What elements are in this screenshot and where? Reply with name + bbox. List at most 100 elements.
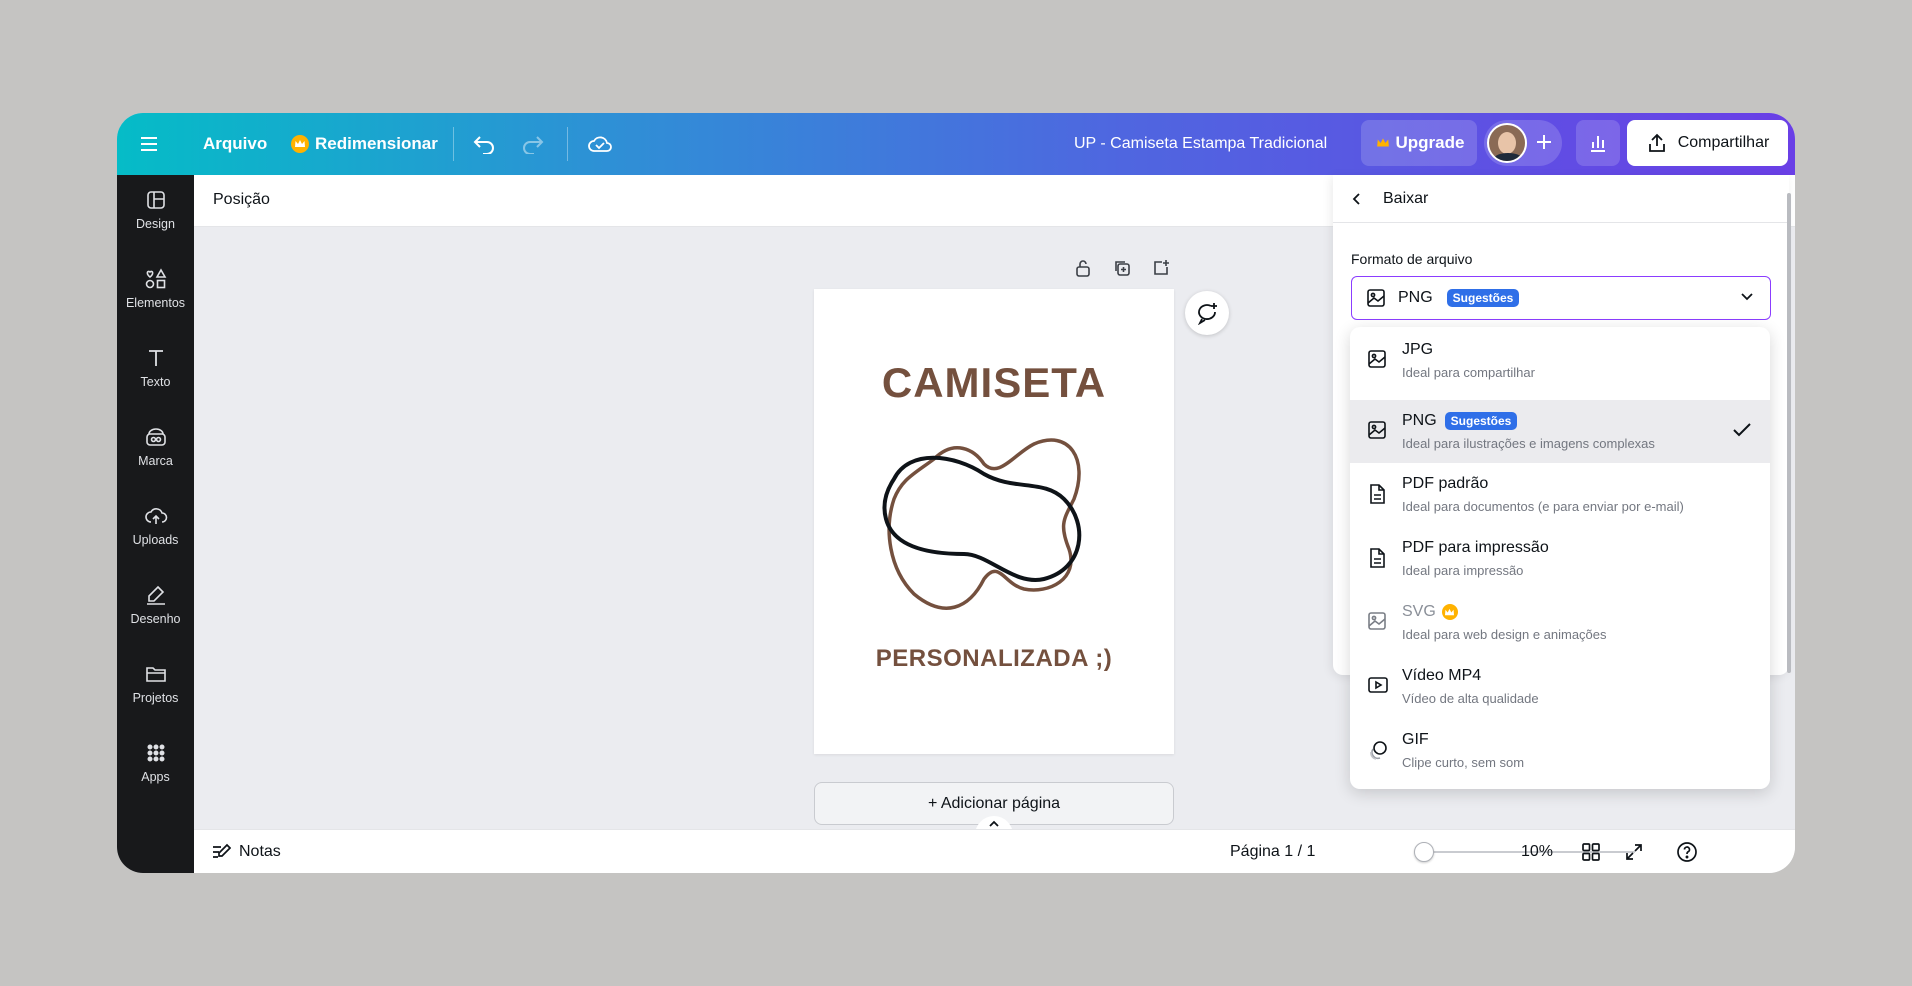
suggestion-badge: Sugestões: [1446, 289, 1520, 307]
brand-icon: [145, 428, 166, 446]
add-page-label: + Adicionar página: [927, 794, 1061, 812]
divider: [453, 127, 454, 161]
insights-button[interactable]: [1576, 120, 1620, 166]
page-indicator[interactable]: Página 1 / 1: [1230, 830, 1315, 873]
panel-scrollbar[interactable]: [1787, 193, 1791, 673]
image-icon: [1367, 289, 1385, 307]
add-collaborator-icon[interactable]: [1534, 132, 1554, 152]
sidebar-item-brand[interactable]: Marca: [117, 412, 194, 482]
download-panel-header: Baixar: [1333, 175, 1789, 223]
bar-chart-icon: [1591, 136, 1605, 152]
left-sidebar: Design Elementos Texto Marca Uploads Des…: [117, 175, 194, 873]
top-bar: Arquivo Redimensionar UP - Camiseta Esta…: [117, 113, 1795, 175]
add-comment-button[interactable]: [1185, 291, 1229, 335]
hamburger-icon[interactable]: [139, 113, 159, 175]
layout-icon: [146, 191, 165, 209]
notes-label: Notas: [239, 843, 281, 860]
back-chevron-icon[interactable]: [1351, 191, 1363, 207]
suggestion-badge: Sugestões: [1444, 412, 1518, 430]
shapes-icon: [145, 268, 166, 289]
abstract-shapes-illustration[interactable]: [874, 419, 1114, 629]
design-title-text[interactable]: CAMISETA: [814, 359, 1174, 407]
format-option-png[interactable]: PNG Sugestões Ideal para ilustrações e im…: [1350, 400, 1770, 463]
crown-icon: [1441, 604, 1458, 620]
format-option-description: Ideal para compartilhar: [1402, 365, 1535, 380]
gif-icon: [1367, 739, 1389, 761]
sidebar-item-label: Desenho: [130, 612, 181, 626]
file-format-label: Formato de arquivo: [1351, 251, 1473, 267]
sidebar-item-projects[interactable]: Projetos: [117, 649, 194, 719]
share-button[interactable]: Compartilhar: [1627, 120, 1788, 166]
format-option-name: JPG: [1402, 341, 1434, 358]
format-option-mp4[interactable]: Vídeo MP4 Vídeo de alta qualidade: [1350, 655, 1770, 718]
bottom-bar: Notas Página 1 / 1 10%: [194, 829, 1795, 873]
video-icon: [1367, 675, 1389, 695]
zoom-slider-handle[interactable]: [1414, 842, 1434, 862]
file-format-dropdown: JPG Ideal para compartilhar PNG Sugestões…: [1350, 327, 1770, 789]
format-option-name: PDF para impressão: [1402, 539, 1549, 556]
format-option-pdf-print[interactable]: PDF para impressão Ideal para impressão: [1350, 527, 1770, 590]
position-button[interactable]: Posição: [213, 191, 270, 209]
file-format-select[interactable]: PNG Sugestões: [1351, 276, 1771, 320]
checkmark-icon: [1732, 422, 1752, 438]
fullscreen-icon[interactable]: [1624, 830, 1644, 873]
divider: [567, 127, 568, 161]
format-option-jpg[interactable]: JPG Ideal para compartilhar: [1350, 329, 1770, 392]
design-subtitle-text[interactable]: PERSONALIZADA ;): [814, 645, 1174, 673]
file-menu-button[interactable]: Arquivo: [203, 113, 267, 175]
crown-icon: [1374, 134, 1392, 152]
sidebar-item-design[interactable]: Design: [117, 175, 194, 245]
sidebar-item-text[interactable]: Texto: [117, 333, 194, 403]
page-indicator-text: Página 1 / 1: [1230, 843, 1316, 860]
zoom-value-text: 10%: [1521, 843, 1554, 860]
design-page[interactable]: CAMISETA PERSONALIZADA ;): [814, 289, 1174, 754]
format-option-name: PNG: [1402, 412, 1437, 429]
collaborators-group[interactable]: [1484, 120, 1562, 166]
zoom-value[interactable]: 10%: [1521, 830, 1553, 873]
notes-button[interactable]: Notas: [211, 830, 281, 873]
redo-icon[interactable]: [521, 113, 545, 175]
format-option-description: Ideal para documentos (e para enviar por…: [1402, 499, 1684, 514]
format-option-name: Vídeo MP4: [1402, 667, 1482, 684]
apps-grid-icon: [147, 744, 164, 762]
sidebar-item-elements[interactable]: Elementos: [117, 254, 194, 324]
cloud-upload-icon: [144, 508, 167, 524]
format-option-pdf-standard[interactable]: PDF padrão Ideal para documentos (e para…: [1350, 463, 1770, 526]
sidebar-item-draw[interactable]: Desenho: [117, 570, 194, 640]
sidebar-item-apps[interactable]: Apps: [117, 728, 194, 798]
lock-icon[interactable]: [1070, 255, 1096, 281]
comment-plus-icon: [1197, 303, 1217, 325]
sidebar-item-label: Marca: [138, 454, 173, 468]
share-label: Compartilhar: [1677, 134, 1770, 151]
text-icon: [148, 350, 163, 366]
resize-button[interactable]: Redimensionar: [291, 113, 438, 175]
image-icon: [1367, 420, 1387, 440]
folder-icon: [145, 667, 166, 682]
document-icon: [1367, 483, 1387, 505]
chevron-down-icon: [1741, 293, 1753, 301]
format-option-name: SVG: [1402, 603, 1436, 620]
undo-icon[interactable]: [472, 113, 496, 175]
help-icon[interactable]: [1676, 830, 1698, 873]
format-option-name: GIF: [1402, 731, 1429, 748]
cloud-saved-icon[interactable]: [587, 113, 613, 175]
sidebar-item-uploads[interactable]: Uploads: [117, 491, 194, 561]
format-option-svg[interactable]: SVG Ideal para web design e animações: [1350, 591, 1770, 654]
duplicate-page-icon[interactable]: [1109, 255, 1135, 281]
grid-view-icon[interactable]: [1581, 830, 1601, 873]
design-title-text: UP - Camiseta Estampa Tradicional: [1074, 135, 1328, 152]
download-panel-title: Baixar: [1383, 190, 1429, 207]
design-title[interactable]: UP - Camiseta Estampa Tradicional: [1074, 113, 1327, 175]
image-icon: [1367, 349, 1387, 369]
add-page-icon[interactable]: [1148, 255, 1174, 281]
sidebar-item-label: Texto: [140, 375, 171, 389]
document-icon: [1367, 547, 1387, 569]
format-option-gif[interactable]: GIF Clipe curto, sem som: [1350, 719, 1770, 782]
file-menu-label: Arquivo: [203, 134, 268, 153]
pen-icon: [146, 585, 165, 605]
image-icon: [1367, 611, 1387, 631]
sidebar-item-label: Uploads: [132, 533, 179, 547]
format-option-description: Ideal para ilustrações e imagens complex…: [1402, 436, 1655, 451]
upgrade-button[interactable]: Upgrade: [1361, 120, 1477, 166]
avatar[interactable]: [1487, 123, 1527, 163]
